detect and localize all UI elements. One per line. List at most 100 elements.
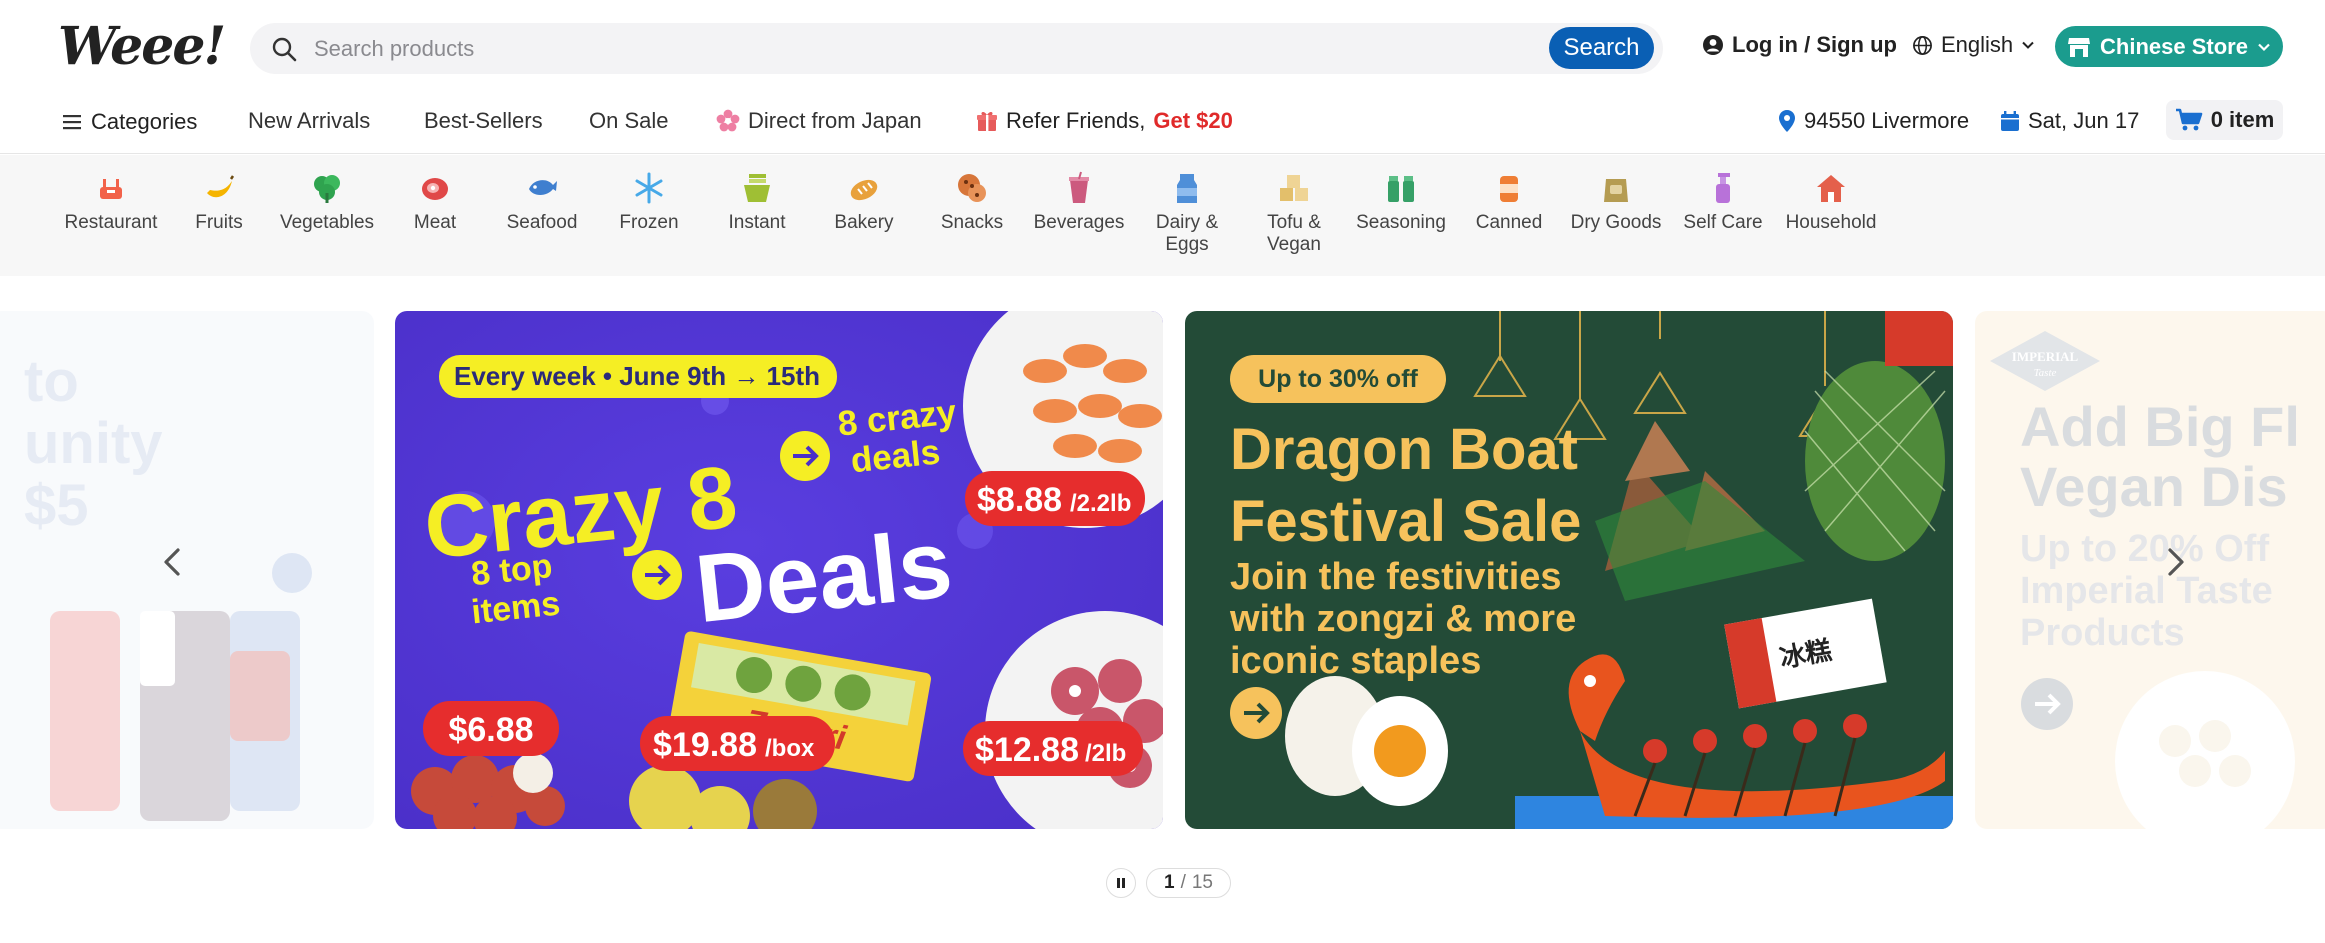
svg-text:Up to 30% off: Up to 30% off [1258, 365, 1418, 393]
nav-best-sellers[interactable]: Best-Sellers [424, 108, 543, 134]
svg-text:$6.88: $6.88 [448, 711, 533, 749]
category-vegetables[interactable]: Vegetables [272, 171, 382, 234]
category-label: Canned [1475, 212, 1543, 233]
language-selector[interactable]: English [1912, 32, 2035, 58]
category-restaurant[interactable]: Restaurant [56, 171, 166, 234]
spice-icon [1388, 176, 1414, 202]
svg-text:Festival Sale: Festival Sale [1230, 489, 1581, 554]
category-fruits[interactable]: Fruits [164, 171, 274, 234]
can-icon [1500, 176, 1518, 202]
storefront-icon [2068, 37, 2091, 57]
user-circle-icon [1703, 35, 1723, 55]
search-bar [250, 23, 1663, 74]
banana-icon [207, 175, 235, 198]
login-label: Log in / Sign up [1732, 32, 1897, 57]
category-meat[interactable]: Meat [380, 171, 490, 234]
svg-text:Products: Products [2020, 612, 2185, 654]
chevron-down-icon [2258, 43, 2270, 51]
login-signup-link[interactable]: Log in / Sign up [1702, 32, 1897, 58]
category-frozen[interactable]: Frozen [594, 171, 704, 234]
globe-icon [1913, 35, 1932, 55]
refer-reward: Get $20 [1153, 108, 1233, 133]
slide-current: 1 [1164, 872, 1175, 893]
bottle-icon [1716, 173, 1730, 203]
tofu-icon [1280, 175, 1308, 201]
house-icon [1817, 175, 1845, 202]
svg-text:Imperial Taste: Imperial Taste [2020, 570, 2273, 612]
category-label: Instant [728, 212, 786, 233]
weee-logo[interactable]: Weee! [58, 16, 226, 77]
crazy8-banner-art: Every week • June 9th → 15th Crazy 8 8 c… [395, 311, 1163, 829]
category-bakery[interactable]: Bakery [809, 171, 919, 234]
banner-slide-dragon-boat[interactable]: Up to 30% off Dragon Boat Festival Sale … [1185, 311, 1953, 829]
category-snacks[interactable]: Snacks [917, 171, 1027, 234]
category-label: Beverages [1033, 212, 1125, 233]
category-canned[interactable]: Canned [1454, 171, 1564, 234]
nav-on-sale[interactable]: On Sale [589, 108, 669, 134]
search-button[interactable]: Search [1549, 27, 1654, 69]
category-label: Snacks [940, 212, 1004, 233]
category-household[interactable]: Household [1776, 171, 1886, 234]
pause-icon [1117, 878, 1125, 888]
top-header: Weee! Search Log in / Sign up English [0, 0, 2325, 96]
category-beverages[interactable]: Beverages [1024, 171, 1134, 234]
svg-text:Join the festivities: Join the festivities [1230, 556, 1562, 598]
slide-counter: 1 / 15 [1146, 868, 1231, 898]
categories-label: Categories [91, 109, 198, 134]
chevron-down-icon [2022, 41, 2034, 49]
cart-button[interactable]: 0 item [2166, 100, 2283, 140]
category-dairy-eggs[interactable]: Dairy & Eggs [1132, 171, 1242, 256]
nav-refer-friends[interactable]: Refer Friends, Get $20 [976, 108, 1233, 134]
svg-text:Up to 20% Off: Up to 20% Off [2020, 528, 2269, 570]
banner-slide-crazy8[interactable]: Every week • June 9th → 15th Crazy 8 8 c… [395, 311, 1163, 829]
svg-text:IMPERIAL: IMPERIAL [2012, 349, 2079, 364]
category-strip: Restaurant Fruits Vegetables Meat Seafoo… [0, 155, 2325, 276]
category-label: Seafood [506, 212, 578, 233]
svg-text:/box: /box [765, 735, 815, 762]
milk-icon [1177, 174, 1197, 203]
category-dry-goods[interactable]: Dry Goods [1561, 171, 1671, 234]
slide-total: 15 [1191, 872, 1213, 893]
carousel-next-button[interactable] [2156, 544, 2192, 580]
search-icon [272, 37, 297, 62]
category-label: Dry Goods [1570, 212, 1662, 233]
category-self-care[interactable]: Self Care [1668, 171, 1778, 234]
carousel-pause-button[interactable] [1106, 868, 1136, 898]
imperial-taste-banner-art: IMPERIAL Taste Add Big Fl Vegan Dis Up t… [1975, 311, 2325, 829]
delivery-date-selector[interactable]: Sat, Jun 17 [2000, 108, 2139, 134]
category-label: Restaurant [64, 212, 158, 233]
fish-icon [529, 180, 557, 195]
category-label: Bakery [834, 212, 894, 233]
category-tofu-vegan[interactable]: Tofu & Vegan [1239, 171, 1349, 256]
svg-text:Taste: Taste [2034, 367, 2057, 379]
svg-text:Add Big Fl: Add Big Fl [2020, 395, 2300, 458]
direct-japan-label: Direct from Japan [748, 108, 922, 133]
svg-text:$8.88: $8.88 [977, 481, 1062, 519]
banner-slide-next[interactable]: IMPERIAL Taste Add Big Fl Vegan Dis Up t… [1975, 311, 2325, 829]
search-input[interactable] [314, 31, 1554, 66]
category-seafood[interactable]: Seafood [487, 171, 597, 234]
cart-count: 0 item [2210, 107, 2275, 132]
nav-direct-from-japan[interactable]: Direct from Japan [716, 108, 922, 134]
svg-text:/2.2lb: /2.2lb [1070, 490, 1131, 517]
sakura-icon [716, 109, 740, 132]
gift-icon [977, 111, 997, 131]
zip-location-selector[interactable]: 94550 Livermore [1778, 108, 1969, 134]
svg-text:iconic staples: iconic staples [1230, 640, 1481, 682]
banner-carousel: to unity $5 Every week • June 9th → 15th… [0, 276, 2325, 943]
vegetable-icon [314, 175, 340, 203]
carousel-prev-button[interactable] [156, 544, 192, 580]
restaurant-icon [100, 179, 122, 199]
svg-text:unity: unity [24, 411, 163, 476]
snowflake-icon [635, 172, 663, 204]
noodle-icon [744, 174, 770, 202]
svg-text:Vegan Dis: Vegan Dis [2020, 455, 2288, 518]
svg-text:Dragon Boat: Dragon Boat [1230, 417, 1578, 482]
nav-new-arrivals[interactable]: New Arrivals [248, 108, 370, 134]
category-instant[interactable]: Instant [702, 171, 812, 234]
chinese-store-button[interactable]: Chinese Store [2055, 26, 2283, 67]
category-seasoning[interactable]: Seasoning [1346, 171, 1456, 234]
location-label: 94550 Livermore [1804, 108, 1970, 133]
meat-icon [422, 178, 448, 200]
categories-menu[interactable]: Categories [63, 109, 197, 135]
